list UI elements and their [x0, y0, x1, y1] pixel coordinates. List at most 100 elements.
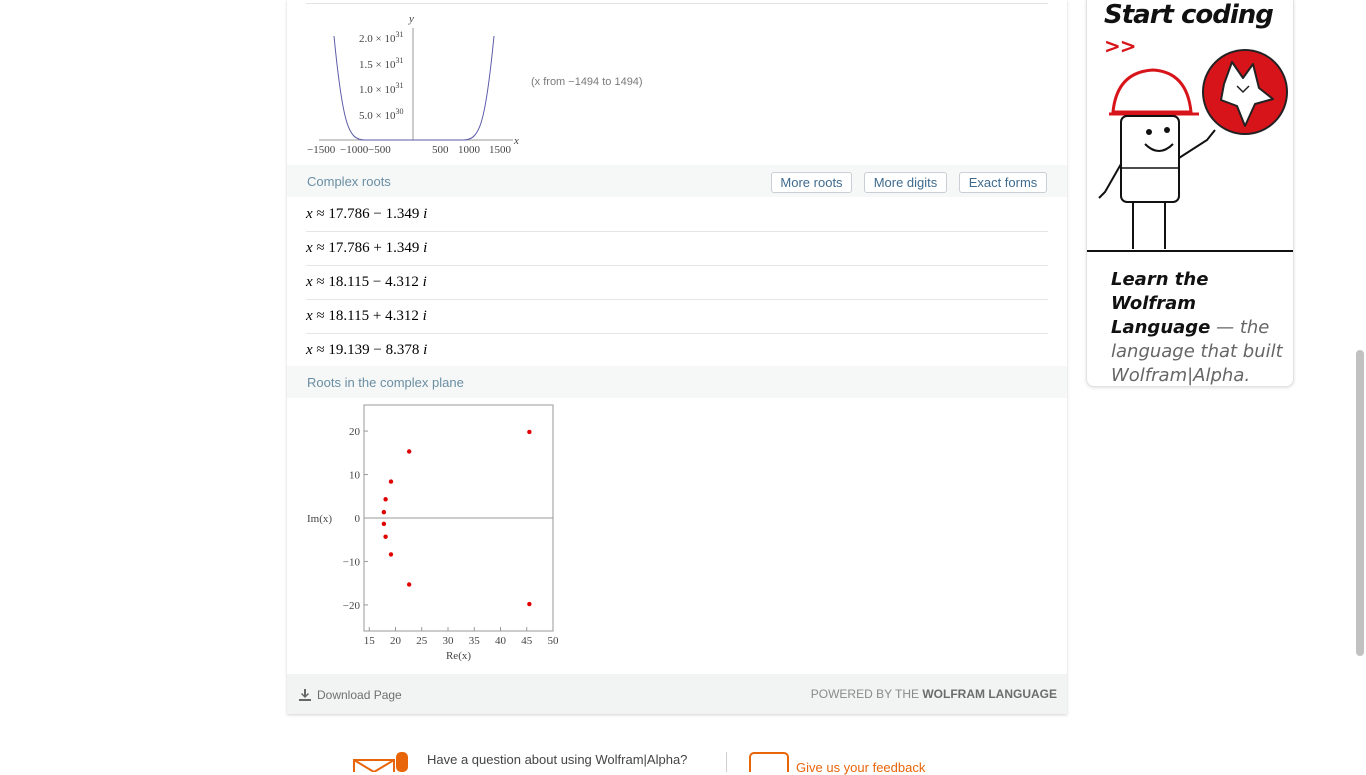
- more-digits-button[interactable]: More digits: [864, 172, 947, 193]
- plot-curve: [333, 35, 495, 141]
- root-real: 18.115: [328, 274, 370, 290]
- root-var: x: [306, 206, 313, 222]
- root-imag: 1.349: [385, 206, 420, 222]
- root-row: x ≈ 18.115 − 4.312 i: [306, 266, 1048, 300]
- pod-title: Roots in the complex plane: [307, 375, 464, 390]
- root-op: −: [373, 206, 382, 222]
- root-var: x: [306, 308, 313, 324]
- root-real: 17.786: [328, 206, 370, 222]
- plot-y-label: y: [408, 13, 414, 25]
- root-unit: i: [422, 308, 427, 324]
- help-question-text: Have a question about using Wolfram|Alph…: [427, 752, 688, 767]
- top-divider: [306, 3, 1048, 4]
- ad-text-bold: Learn the Wolfram Language: [1111, 269, 1211, 338]
- powered-prefix: POWERED BY THE: [810, 687, 919, 701]
- x-tick-label: 20: [390, 635, 402, 647]
- complex-roots-header: Complex roots More roots More digits Exa…: [287, 165, 1067, 197]
- function-plot: y x 2.0 × 1031 1.5 × 1031 1.0 × 1031 5.0…: [307, 13, 519, 156]
- mail-icon: [353, 752, 408, 772]
- root-point: [381, 509, 387, 515]
- plot-y-tick: 1.5 × 1031: [359, 56, 403, 71]
- root-rel: ≈: [316, 308, 325, 324]
- root-var: x: [306, 274, 313, 290]
- root-unit: i: [422, 274, 427, 290]
- root-unit: i: [423, 240, 428, 256]
- plot-x-tick: 500: [432, 144, 449, 156]
- root-point: [406, 449, 412, 454]
- plot-x-tick: 1000: [458, 144, 481, 156]
- plot-y-tick: 5.0 × 1030: [359, 107, 403, 122]
- root-rel: ≈: [316, 240, 325, 256]
- root-row: x ≈ 18.115 + 4.312 i: [306, 300, 1048, 334]
- y-tick-label: −10: [343, 556, 361, 568]
- plot-y-tick: 1.0 × 1031: [359, 81, 403, 96]
- x-tick-label: 25: [416, 635, 428, 647]
- x-tick-label: 50: [548, 635, 560, 647]
- pod-title: Complex roots: [307, 174, 391, 189]
- x-axis-label: Re(x): [446, 650, 471, 662]
- root-point: [383, 497, 388, 502]
- root-imag: 4.312: [385, 308, 419, 324]
- root-op: +: [373, 240, 382, 256]
- root-point: [527, 429, 532, 435]
- x-tick-label: 30: [443, 635, 455, 647]
- root-row: x ≈ 19.139 − 8.378 i: [306, 334, 1048, 367]
- plot-x-tick: −1500: [307, 144, 336, 156]
- x-tick-label: 45: [521, 635, 533, 647]
- ad-title-text: Start coding: [1104, 0, 1274, 30]
- root-op: +: [372, 308, 382, 324]
- y-tick-label: 10: [349, 470, 361, 482]
- x-tick-label: 35: [469, 635, 481, 647]
- root-row: x ≈ 17.786 + 1.349 i: [306, 232, 1048, 266]
- results-panel: y x 2.0 × 1031 1.5 × 1031 1.0 × 1031 5.0…: [287, 0, 1067, 714]
- y-tick-label: 0: [355, 513, 361, 525]
- root-point: [381, 521, 387, 527]
- plot-x-tick: −1000: [340, 144, 369, 156]
- root-imag: 4.312: [385, 274, 419, 290]
- root-real: 18.115: [328, 308, 370, 324]
- root-rel: ≈: [316, 274, 325, 290]
- feedback-icon: [749, 752, 789, 772]
- y-tick-label: 20: [349, 426, 361, 438]
- download-label: Download Page: [317, 688, 402, 702]
- x-tick-label: 40: [495, 635, 507, 647]
- exact-forms-button[interactable]: Exact forms: [959, 172, 1047, 193]
- plot-x-tick: 1500: [489, 144, 512, 156]
- root-rel: ≈: [316, 342, 325, 358]
- roots-plane-header: Roots in the complex plane: [287, 366, 1067, 398]
- download-page-link[interactable]: Download Page: [299, 688, 402, 702]
- root-imag: 8.378: [385, 342, 420, 358]
- spikey-mascot-illustration: [1087, 49, 1293, 252]
- powered-by: POWERED BY THE WOLFRAM LANGUAGE: [811, 687, 1057, 701]
- root-point: [406, 582, 412, 587]
- root-point: [388, 552, 394, 557]
- plot-range-note: (x from −1494 to 1494): [531, 76, 643, 88]
- root-row: x ≈ 17.786 − 1.349 i: [306, 198, 1048, 232]
- root-unit: i: [423, 342, 428, 358]
- page-scrollbar[interactable]: [1356, 350, 1364, 656]
- bottom-divider: [726, 752, 727, 772]
- root-point: [527, 601, 532, 607]
- y-axis-label: Im(x): [307, 513, 332, 525]
- root-rel: ≈: [316, 206, 325, 222]
- root-op: −: [373, 342, 382, 358]
- bottom-help-area: Have a question about using Wolfram|Alph…: [352, 748, 1052, 775]
- root-point: [388, 479, 394, 484]
- root-unit: i: [423, 206, 428, 222]
- root-point: [383, 534, 388, 539]
- roots-scatter-plot: 15 20 25 30 35 40 45 50 −20 −10 0 10 20 Re(x) Im(x): [307, 404, 560, 662]
- root-imag: 1.349: [385, 240, 420, 256]
- start-coding-ad[interactable]: Start coding >> Learn the Wolfram Langua…: [1086, 0, 1294, 387]
- x-tick-label: 15: [364, 635, 376, 647]
- y-tick-label: −20: [343, 600, 361, 612]
- download-icon: [299, 689, 311, 701]
- root-var: x: [306, 342, 313, 358]
- ad-text: Learn the Wolfram Language — the languag…: [1111, 268, 1286, 386]
- results-footer: Download Page POWERED BY THE WOLFRAM LAN…: [287, 674, 1067, 714]
- powered-brand: WOLFRAM LANGUAGE: [922, 687, 1057, 701]
- root-op: −: [372, 274, 382, 290]
- root-real: 19.139: [328, 342, 370, 358]
- plot-x-label: x: [513, 135, 519, 147]
- more-roots-button[interactable]: More roots: [771, 172, 852, 193]
- plot-y-tick: 2.0 × 1031: [359, 30, 403, 45]
